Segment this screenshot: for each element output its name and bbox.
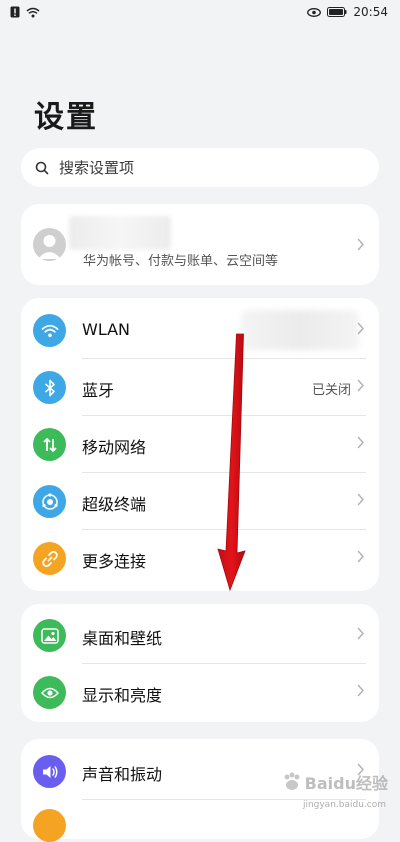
speaker-icon (42, 765, 58, 778)
settings-item-label: 显示和亮度 (82, 686, 163, 705)
avatar-person-icon (38, 235, 61, 259)
more-connections-icon-badge (33, 542, 66, 575)
display-icon-badge (33, 676, 66, 709)
network-card: WLAN 蓝牙 已关闭 移动网络 超级终端 更多连接 (21, 298, 379, 591)
wifi-icon (41, 324, 58, 337)
settings-item-label: 蓝牙 (82, 381, 115, 400)
bluetooth-icon-badge (33, 371, 66, 404)
wlan-icon-badge (33, 314, 66, 347)
baidu-watermark: Baidu经验 (281, 770, 388, 794)
settings-item-more-connections[interactable]: 更多连接 (21, 530, 379, 587)
account-subtitle: 华为帐号、付款与账单、云空间等 (83, 254, 279, 269)
chevron-right-icon (357, 379, 364, 392)
wallpaper-icon-badge (33, 619, 66, 652)
eye-icon (40, 687, 59, 698)
bluetooth-status: 已关闭 (311, 383, 351, 398)
settings-item-label: 更多连接 (82, 552, 147, 571)
settings-item-label: 移动网络 (82, 438, 147, 457)
wallpaper-icon (40, 627, 59, 644)
chevron-right-icon (357, 436, 364, 449)
settings-item-label: 声音和振动 (82, 765, 163, 784)
chevron-right-icon (357, 322, 364, 335)
settings-item-wlan[interactable]: WLAN (21, 302, 379, 359)
search-input[interactable] (57, 157, 341, 178)
settings-item-super-device[interactable]: 超级终端 (21, 473, 379, 530)
settings-item-label: 超级终端 (82, 495, 147, 514)
sound-icon-badge (33, 755, 66, 788)
account-name-blurred (69, 216, 171, 250)
settings-item-label: WLAN (82, 320, 131, 339)
settings-item-label: 桌面和壁纸 (82, 629, 163, 648)
chevron-right-icon (357, 238, 364, 251)
account-card[interactable]: 华为帐号、付款与账单、云空间等 (21, 204, 379, 285)
watermark-text: Baidu经验 (304, 774, 388, 793)
super-device-icon-badge (33, 485, 66, 518)
mobile-network-icon-badge (33, 428, 66, 461)
status-time: 20:54 (353, 5, 388, 19)
search-bar[interactable] (21, 148, 379, 187)
display-card: 桌面和壁纸 显示和亮度 (21, 604, 379, 722)
wifi-status-icon (26, 7, 40, 17)
paw-logo-icon (284, 772, 300, 790)
bluetooth-icon (44, 379, 55, 396)
settings-item-bluetooth[interactable]: 蓝牙 已关闭 (21, 359, 379, 416)
status-bar: 20:54 (0, 0, 400, 28)
page-title: 设置 (34, 100, 98, 135)
alert-icon (10, 6, 20, 18)
watermark-url: jingyan.baidu.com (302, 800, 386, 810)
next-item-icon-partial (33, 809, 66, 842)
link-icon (41, 550, 58, 567)
eye-comfort-icon (307, 7, 322, 17)
status-left (10, 6, 40, 18)
chevron-right-icon (357, 493, 364, 506)
chevron-right-icon (357, 627, 364, 640)
wlan-name-blurred (241, 310, 359, 350)
settings-item-wallpaper[interactable]: 桌面和壁纸 (21, 607, 379, 664)
mobile-data-icon (42, 437, 57, 452)
settings-item-mobile-network[interactable]: 移动网络 (21, 416, 379, 473)
battery-icon (327, 7, 347, 17)
avatar (33, 228, 66, 261)
status-right: 20:54 (307, 5, 388, 19)
super-device-icon (41, 492, 58, 510)
chevron-right-icon (357, 684, 364, 697)
chevron-right-icon (357, 550, 364, 563)
search-icon (35, 161, 49, 174)
settings-item-display-brightness[interactable]: 显示和亮度 (21, 664, 379, 721)
